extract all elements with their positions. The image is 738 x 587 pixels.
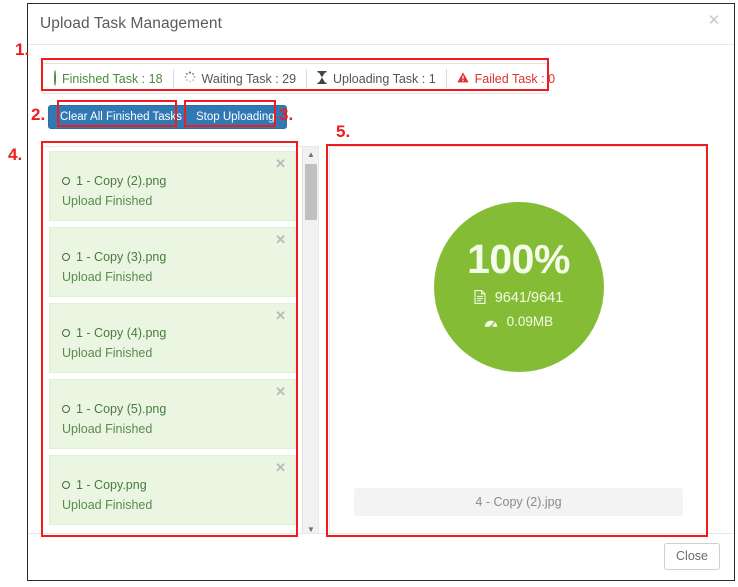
annotation-label-4: 4. [8, 145, 23, 164]
status-item-finished-label: Finished Task : 18 [62, 71, 163, 86]
status-item-uploading-label: Uploading Task : 1 [333, 71, 436, 86]
spinner-icon [184, 71, 196, 86]
task-item-name: 1 - Copy.png [62, 478, 147, 492]
progress-percent-label: 100% [467, 236, 570, 282]
dialog-header: Upload Task Management ✕ [28, 4, 734, 45]
dialog-footer: Close [28, 533, 734, 580]
task-item-status: Upload Finished [62, 194, 153, 208]
task-item-name: 1 - Copy (5).png [62, 402, 166, 416]
hourglass-icon [317, 70, 327, 87]
remove-task-icon[interactable]: ✕ [275, 233, 286, 246]
task-item-status: Upload Finished [62, 422, 153, 436]
chevron-up-icon[interactable]: ▲ [303, 147, 318, 162]
task-item-name: 1 - Copy (3).png [62, 250, 166, 264]
status-item-uploading: Uploading Task : 1 [306, 64, 446, 93]
circle-outline-icon [54, 70, 56, 87]
status-item-waiting: Waiting Task : 29 [172, 64, 307, 93]
remove-task-icon[interactable]: ✕ [275, 309, 286, 322]
status-item-waiting-label: Waiting Task : 29 [201, 71, 297, 86]
close-icon[interactable]: ✕ [706, 13, 722, 29]
task-list-scroll-area: ✕ 1 - Copy (2).png Upload Finished ✕ 1 -… [43, 147, 302, 537]
task-list-item[interactable]: ✕ 1 - Copy (2).png Upload Finished [49, 151, 296, 221]
progress-circle: 100% 9641/9641 0.09MB [433, 202, 604, 372]
task-item-status: Upload Finished [62, 270, 153, 284]
close-button[interactable]: Close [664, 543, 720, 570]
warning-triangle-icon [457, 72, 469, 86]
current-file-name: 4 - Copy (2).jpg [354, 488, 683, 516]
upload-progress-panel: 100% 9641/9641 0.09MB 4 - Copy (2).jpg [329, 146, 708, 538]
circle-outline-icon [62, 177, 70, 185]
status-item-failed: Failed Task : 0 [445, 64, 565, 93]
remove-task-icon[interactable]: ✕ [275, 157, 286, 170]
dialog-body: Finished Task : 18 Waiting Task : 29 Upl… [28, 45, 734, 538]
tachometer-icon [484, 316, 498, 331]
progress-transfer-size-label: 0.09MB [506, 314, 554, 329]
task-list-item[interactable]: ✕ 1 - Copy (3).png Upload Finished [49, 227, 296, 297]
circle-outline-icon [62, 329, 70, 337]
circle-outline-icon [62, 405, 70, 413]
clear-all-finished-tasks-button[interactable]: Clear All Finished Tasks [48, 105, 194, 129]
status-item-finished: Finished Task : 18 [43, 64, 173, 93]
task-list-item[interactable]: ✕ 1 - Copy (5).png Upload Finished [49, 379, 296, 449]
task-item-status: Upload Finished [62, 498, 153, 512]
remove-task-icon[interactable]: ✕ [275, 461, 286, 474]
task-item-status: Upload Finished [62, 346, 153, 360]
circle-outline-icon [62, 253, 70, 261]
progress-file-count-label: 9641/9641 [494, 290, 564, 306]
task-status-summary-bar: Finished Task : 18 Waiting Task : 29 Upl… [42, 63, 555, 94]
task-item-name: 1 - Copy (2).png [62, 174, 166, 188]
task-list-panel: ✕ 1 - Copy (2).png Upload Finished ✕ 1 -… [42, 146, 319, 538]
file-icon [474, 290, 486, 308]
task-list-item[interactable]: ✕ 1 - Copy (4).png Upload Finished [49, 303, 296, 373]
task-list-item[interactable]: ✕ 1 - Copy.png Upload Finished [49, 455, 296, 525]
progress-transfer-size: 0.09MB [434, 314, 604, 331]
upload-task-management-dialog: Upload Task Management ✕ Finished Task :… [27, 3, 735, 581]
circle-outline-icon [62, 481, 70, 489]
scrollbar-thumb[interactable] [305, 164, 317, 220]
task-item-name: 1 - Copy (4).png [62, 326, 166, 340]
status-item-failed-label: Failed Task : 0 [474, 71, 556, 86]
progress-file-count: 9641/9641 [434, 290, 604, 308]
stop-uploading-button[interactable]: Stop Uploading [184, 105, 287, 129]
page-title: Upload Task Management [40, 15, 222, 32]
task-list-scrollbar[interactable]: ▲ ▼ [302, 147, 318, 537]
remove-task-icon[interactable]: ✕ [275, 385, 286, 398]
